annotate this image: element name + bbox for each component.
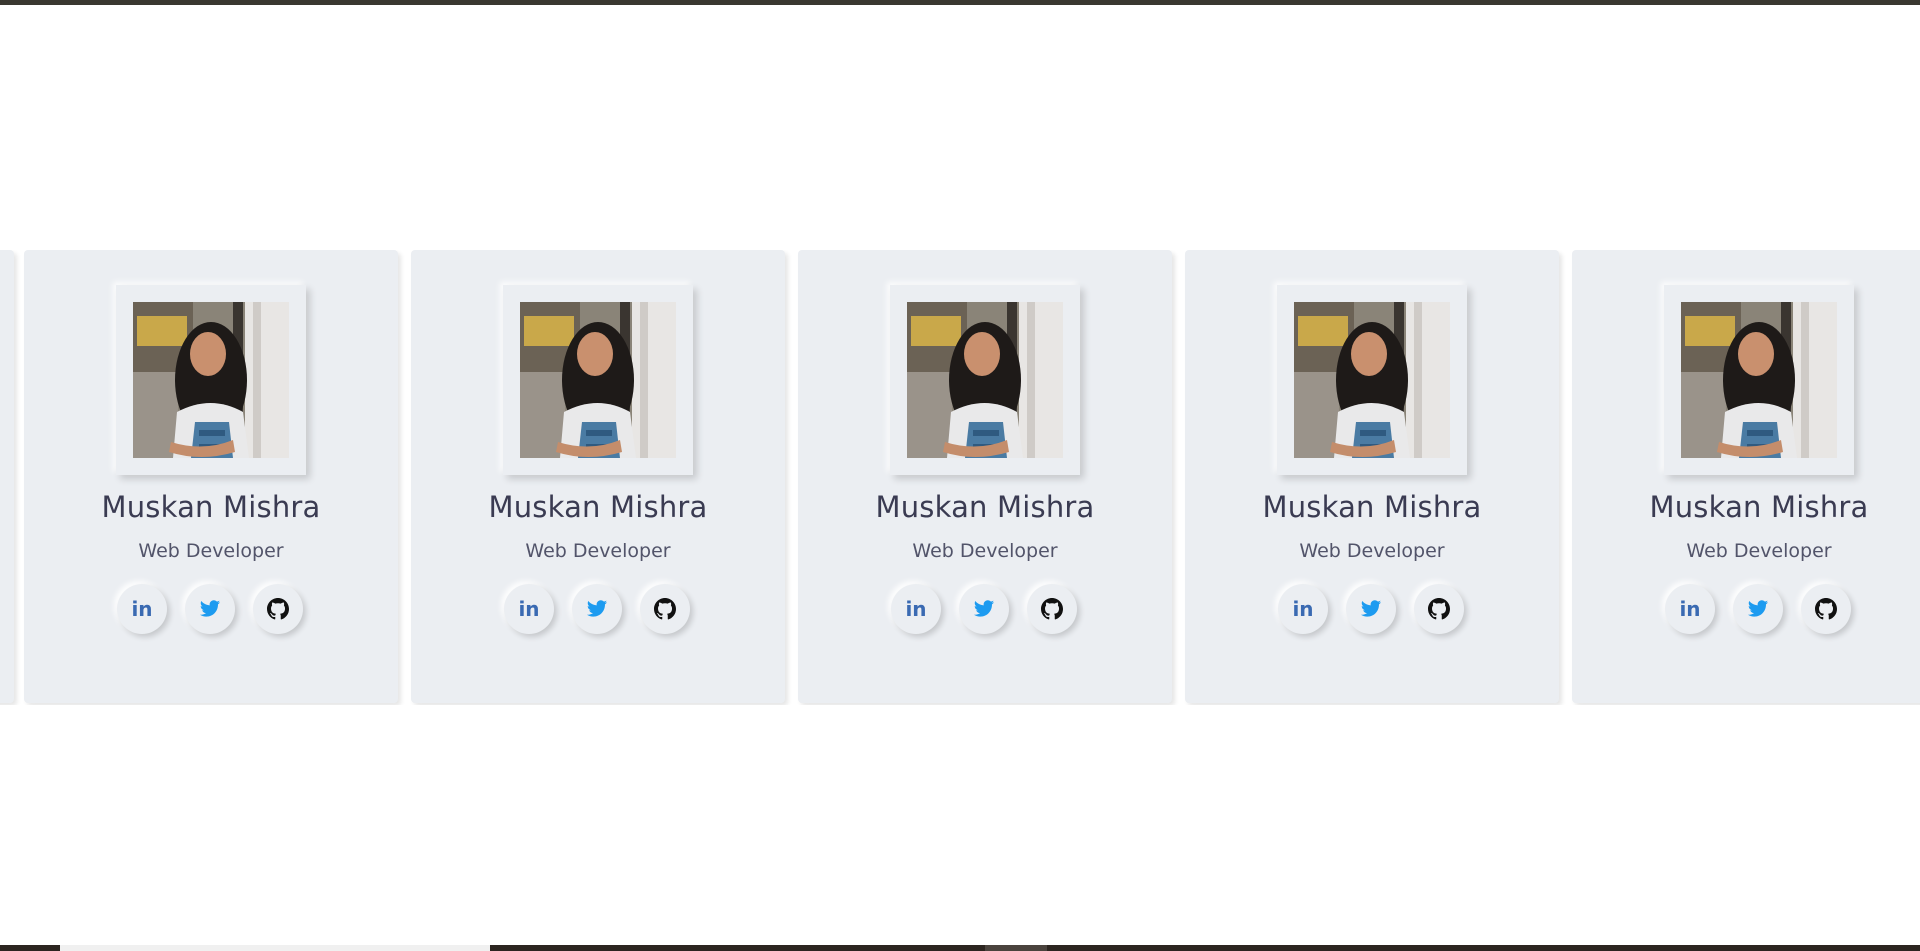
linkedin-button[interactable]: in xyxy=(117,584,167,634)
twitter-button[interactable] xyxy=(959,584,1009,634)
twitter-button[interactable] xyxy=(1733,584,1783,634)
team-card: Muskan Mishra Web Developer in xyxy=(411,250,785,703)
github-button[interactable] xyxy=(640,584,690,634)
member-name: Muskan Mishra xyxy=(1262,490,1482,524)
linkedin-icon: in xyxy=(1292,597,1314,621)
github-button[interactable] xyxy=(253,584,303,634)
linkedin-button[interactable]: in xyxy=(504,584,554,634)
member-role: Web Developer xyxy=(525,540,671,562)
github-button[interactable] xyxy=(1801,584,1851,634)
profile-photo xyxy=(133,302,289,458)
member-role: Web Developer xyxy=(912,540,1058,562)
twitter-icon xyxy=(1747,600,1769,617)
team-card: Muskan Mishra Web Developer in xyxy=(798,250,1172,703)
twitter-button[interactable] xyxy=(185,584,235,634)
profile-photo xyxy=(907,302,1063,458)
member-role: Web Developer xyxy=(138,540,284,562)
linkedin-icon: in xyxy=(1679,597,1701,621)
member-role: Web Developer xyxy=(1299,540,1445,562)
member-name: Muskan Mishra xyxy=(488,490,708,524)
linkedin-button[interactable]: in xyxy=(1278,584,1328,634)
bottom-bar-marker xyxy=(985,945,1047,951)
linkedin-icon: in xyxy=(905,597,927,621)
github-icon xyxy=(267,598,289,620)
profile-photo xyxy=(520,302,676,458)
team-carousel: Muskan Mishra Web Developer in Muskan Mi… xyxy=(0,250,1920,705)
github-button[interactable] xyxy=(1414,584,1464,634)
profile-photo-frame xyxy=(1277,285,1467,475)
member-name: Muskan Mishra xyxy=(875,490,1095,524)
github-button[interactable] xyxy=(1027,584,1077,634)
team-card: Muskan Mishra Web Developer in xyxy=(1572,250,1920,703)
member-name: Muskan Mishra xyxy=(101,490,321,524)
social-links: in xyxy=(1572,584,1920,636)
profile-photo-frame xyxy=(503,285,693,475)
profile-photo xyxy=(1294,302,1450,458)
social-links: in xyxy=(798,584,1172,636)
twitter-icon xyxy=(1360,600,1382,617)
linkedin-button[interactable]: in xyxy=(1665,584,1715,634)
social-links: in xyxy=(24,584,398,636)
twitter-button[interactable] xyxy=(1346,584,1396,634)
top-border xyxy=(0,0,1920,5)
team-card-partial xyxy=(0,250,14,703)
member-name: Muskan Mishra xyxy=(1649,490,1869,524)
github-icon xyxy=(1041,598,1063,620)
team-card: Muskan Mishra Web Developer in xyxy=(24,250,398,703)
profile-photo-frame xyxy=(1664,285,1854,475)
social-links: in xyxy=(411,584,785,636)
twitter-icon xyxy=(973,600,995,617)
social-links: in xyxy=(1185,584,1559,636)
twitter-icon xyxy=(586,600,608,617)
profile-photo-frame xyxy=(116,285,306,475)
linkedin-icon: in xyxy=(131,597,153,621)
profile-photo xyxy=(1681,302,1837,458)
linkedin-button[interactable]: in xyxy=(891,584,941,634)
bottom-scrollbar-thumb[interactable] xyxy=(60,945,490,951)
member-role: Web Developer xyxy=(1686,540,1832,562)
github-icon xyxy=(654,598,676,620)
github-icon xyxy=(1815,598,1837,620)
linkedin-icon: in xyxy=(518,597,540,621)
profile-photo-frame xyxy=(890,285,1080,475)
twitter-icon xyxy=(199,600,221,617)
twitter-button[interactable] xyxy=(572,584,622,634)
team-card: Muskan Mishra Web Developer in xyxy=(1185,250,1559,703)
github-icon xyxy=(1428,598,1450,620)
